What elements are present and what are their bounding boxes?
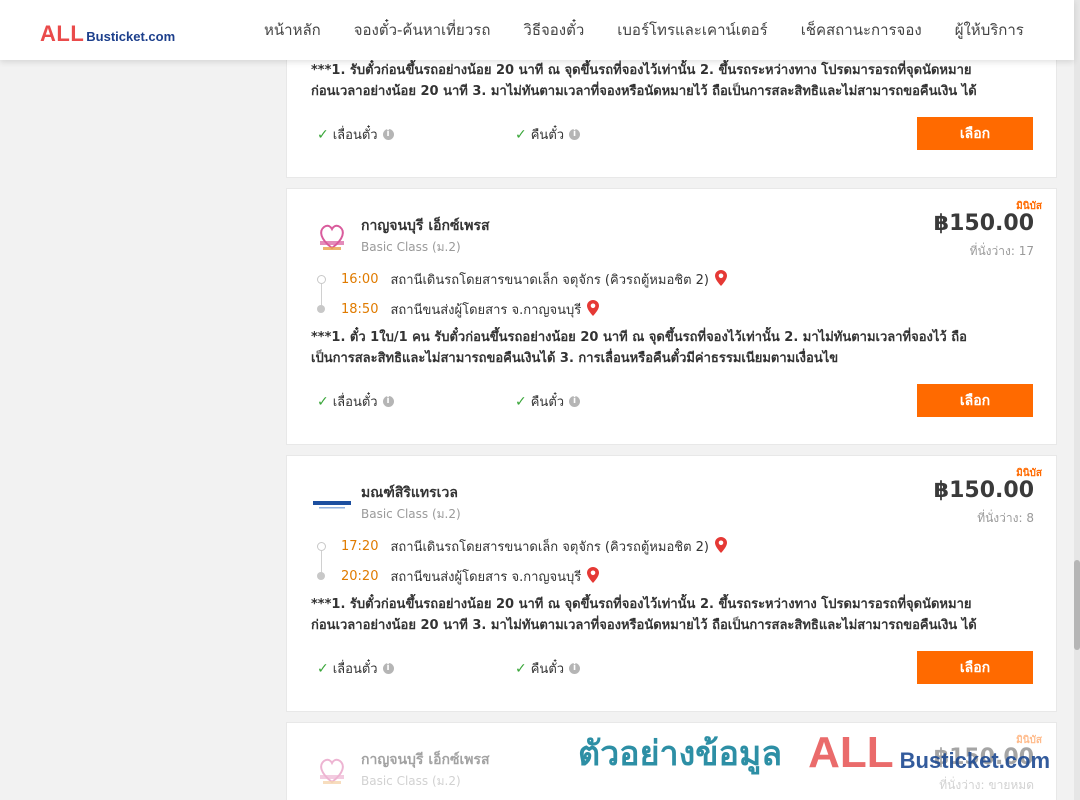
site-logo[interactable]: ALL Busticket.com [40,19,175,45]
nav-home[interactable]: หน้าหลัก [264,20,321,40]
map-pin-icon[interactable] [715,536,727,557]
seat-class: Basic Class (ม.2) [361,240,461,254]
nav-check-booking[interactable]: เช็คสถานะการจอง [801,20,922,40]
scrollbar-track[interactable] [1074,0,1080,800]
info-icon[interactable]: i [569,396,581,407]
seats-available: ที่นั่งว่าง: ขายหมด [939,778,1034,792]
nav-phone-counter[interactable]: เบอร์โทรและเคาน์เตอร์ [617,20,767,40]
map-pin-icon[interactable] [715,269,727,290]
sample-data-watermark: ตัวอย่างข้อมูล ALL Busticket.com [578,728,1050,778]
arrive-station: สถานีขนส่งผู้โดยสาร จ.กาญจนบุรี [390,570,582,585]
check-icon: ✓ [317,126,329,143]
arrive-stop: 20:20 สถานีขนส่งผู้โดยสาร จ.กาญจนบุรี [341,566,600,587]
depart-stop: 17:20 สถานีเดินรถโดยสารขนาดเล็ก จตุจักร … [341,536,727,557]
ticket-price: ฿150.00 [933,478,1034,503]
scrollbar-thumb[interactable] [1074,560,1080,650]
arrive-time: 18:50 [341,302,379,317]
info-icon[interactable]: i [382,663,394,674]
top-header: ALL Busticket.com หน้าหลัก จองตั๋ว-ค้นหา… [0,0,1074,60]
nav-operators[interactable]: ผู้ให้บริการ [955,20,1024,40]
operator-name: มณฑ์สิริแทรเวล [361,485,458,501]
main-nav: หน้าหลัก จองตั๋ว-ค้นหาเที่ยวรถ วิธีจองตั… [264,20,1057,40]
nav-how-to-book[interactable]: วิธีจองตั๋ว [523,20,584,40]
seats-available: ที่นั่งว่าง: 17 [969,244,1034,258]
trip-card: ***1. รับตั๋วก่อนขึ้นรถอย่างน้อย 20 นาที… [286,40,1057,178]
logo-text-all: ALL [40,21,85,46]
info-icon[interactable]: i [382,396,394,407]
arrive-station: สถานีขนส่งผู้โดยสาร จ.กาญจนบุรี [390,303,582,318]
arrive-stop: 18:50 สถานีขนส่งผู้โดยสาร จ.กาญจนบุรี [341,299,600,320]
seat-class: Basic Class (ม.2) [361,774,461,788]
trip-note: ***1. ตั๋ว 1ใบ/1 คน รับตั๋วก่อนขึ้นรถอย่… [311,330,967,366]
depart-time: 16:00 [341,272,379,287]
info-icon[interactable]: i [569,129,581,140]
check-icon: ✓ [317,393,329,410]
depart-station: สถานีเดินรถโดยสารขนาดเล็ก จตุจักร (คิวรถ… [390,273,709,288]
operator-logo [313,217,351,255]
arrive-time: 20:20 [341,569,379,584]
trip-card: มินิบัส มณฑ์สิริแทรเวล Basic Class (ม.2)… [286,455,1057,712]
check-icon: ✓ [317,660,329,677]
info-icon[interactable]: i [569,663,581,674]
watermark-logo-all: ALL [808,728,894,777]
trip-note: ***1. รับตั๋วก่อนขึ้นรถอย่างน้อย 20 นาที… [311,597,977,633]
select-button[interactable]: เลือก [917,117,1033,150]
check-icon: ✓ [515,660,527,677]
reschedule-feature: ✓ เลื่อนตั๋ว i [317,124,394,145]
info-icon[interactable]: i [382,129,394,140]
select-button[interactable]: เลือก [917,651,1033,684]
arrive-dot [317,305,325,313]
operator-logo [313,751,351,789]
map-pin-icon[interactable] [587,299,600,320]
map-pin-icon[interactable] [587,566,600,587]
depart-stop: 16:00 สถานีเดินรถโดยสารขนาดเล็ก จตุจักร … [341,269,727,290]
arrive-dot [317,572,325,580]
check-icon: ✓ [515,126,527,143]
refund-feature: ✓ คืนตั๋ว i [515,391,581,412]
trip-note: ***1. รับตั๋วก่อนขึ้นรถอย่างน้อย 20 นาที… [311,63,977,99]
refund-feature: ✓ คืนตั๋ว i [515,124,581,145]
seats-available: ที่นั่งว่าง: 8 [977,511,1034,525]
reschedule-feature: ✓ เลื่อนตั๋ว i [317,658,394,679]
operator-name: กาญจนบุรี เอ็กซ์เพรส [361,218,490,234]
check-icon: ✓ [515,393,527,410]
depart-time: 17:20 [341,539,379,554]
nav-book-search[interactable]: จองตั๋ว-ค้นหาเที่ยวรถ [354,20,491,40]
operator-name: กาญจนบุรี เอ็กซ์เพรส [361,752,490,768]
operator-logo [313,484,351,522]
reschedule-feature: ✓ เลื่อนตั๋ว i [317,391,394,412]
trip-card: มินิบัส กาญจนบุรี เอ็กซ์เพรส Basic Class… [286,188,1057,445]
refund-feature: ✓ คืนตั๋ว i [515,658,581,679]
depart-station: สถานีเดินรถโดยสารขนาดเล็ก จตุจักร (คิวรถ… [390,540,709,555]
watermark-text: ตัวอย่างข้อมูล [578,734,783,774]
logo-text-domain: Busticket.com [86,29,176,44]
watermark-logo-domain: Busticket.com [899,748,1051,773]
depart-dot [317,542,326,551]
ticket-price: ฿150.00 [933,211,1034,236]
depart-dot [317,275,326,284]
select-button[interactable]: เลือก [917,384,1033,417]
seat-class: Basic Class (ม.2) [361,507,461,521]
